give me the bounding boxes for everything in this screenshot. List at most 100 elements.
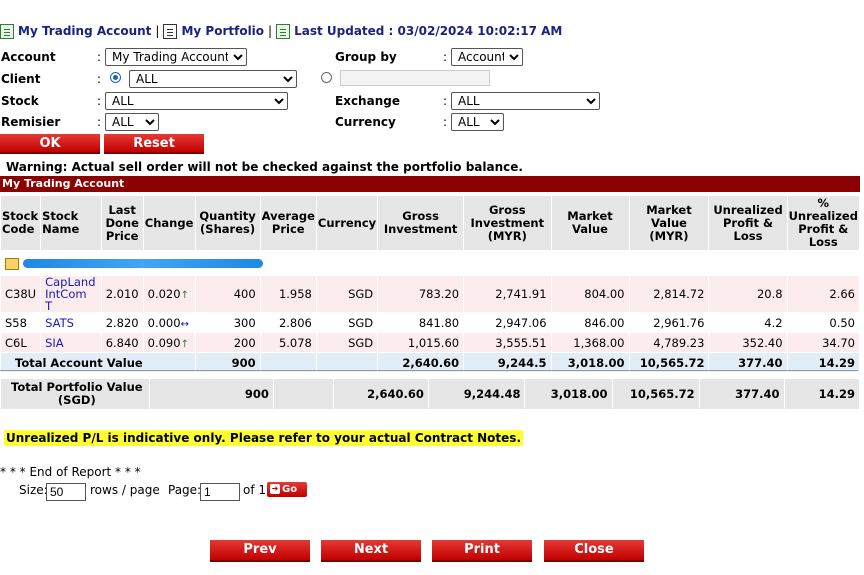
stock-name-link[interactable]: SATS [45, 316, 74, 330]
col-stock-name: Stock Name [40, 195, 102, 251]
portfolio-total-row: Total Portfolio Value (SGD) 900 2,640.60… [0, 378, 861, 410]
reset-button[interactable]: Reset [104, 134, 204, 154]
portfolio-pct-unrealized-pl: 14.29 [783, 378, 861, 410]
quantity: 300 [194, 312, 261, 333]
document-icon [0, 23, 14, 39]
stock-code: C38U [0, 275, 42, 313]
page-count-label: of 1 [243, 483, 267, 497]
nav-my-portfolio[interactable]: My Portfolio [163, 23, 265, 39]
top-nav: My Trading Account | My Portfolio | Last… [0, 22, 562, 40]
account-group-row [0, 250, 860, 276]
change-value: 0.000 [147, 315, 181, 330]
remisier-label: Remisier [1, 115, 61, 129]
close-button[interactable]: Close [544, 540, 644, 562]
stock-name-link[interactable]: CapLand IntCom T [45, 275, 95, 313]
portfolio-gross-investment-myr: 9,244.48 [427, 378, 526, 410]
client-select[interactable]: ALL [129, 70, 297, 88]
stock-name-link[interactable]: SIA [45, 336, 64, 350]
size-input[interactable] [46, 483, 86, 501]
table-header-row: Stock Code Stock Name Last Done Price Ch… [0, 195, 861, 251]
exchange-label: Exchange [335, 94, 400, 108]
print-button[interactable]: Print [432, 540, 532, 562]
currency-label: Currency [335, 115, 396, 129]
group-by-select[interactable]: Account [451, 48, 523, 66]
col-market-value: Market Value [550, 195, 630, 251]
market-value: 1,368.00 [550, 332, 630, 353]
warning-text: Warning: Actual sell order will not be c… [6, 160, 523, 174]
portfolio-total-table: Total Portfolio Value (SGD) 900 2,640.60… [0, 378, 861, 410]
prev-button[interactable]: Prev [210, 540, 310, 562]
portfolio-gross-investment: 2,640.60 [333, 378, 429, 410]
remisier-select[interactable]: ALL [105, 113, 159, 131]
size-label: Size: [19, 483, 48, 497]
unrealized-pl: 20.8 [708, 275, 788, 313]
average-price: 2.806 [259, 312, 317, 333]
up-arrow-icon: ↑ [180, 338, 189, 350]
unrealized-pl: 4.2 [708, 312, 788, 333]
col-gross-investment-myr: Gross Investment (MYR) [463, 195, 552, 251]
market-value-myr: 2,814.72 [628, 275, 710, 313]
col-pct-unrealized-pl: % Unrealized Profit & Loss [786, 195, 861, 251]
average-price: 5.078 [259, 332, 317, 353]
end-of-report: * * * End of Report * * * [0, 465, 141, 479]
pct-unrealized-pl: 0.50 [786, 312, 861, 333]
currency-select[interactable]: ALL [451, 113, 504, 131]
col-unrealized-pl: Unrealized Profit & Loss [708, 195, 788, 251]
portfolio-unrealized-pl: 377.40 [698, 378, 785, 410]
client-label: Client [1, 72, 41, 86]
table-row: C38U CapLand IntCom T 2.010 0.020↑ 400 1… [0, 275, 861, 313]
arrow-right-icon: ➜ [270, 484, 280, 494]
market-value: 846.00 [550, 312, 630, 333]
currency: SGD [315, 275, 379, 313]
unrealized-pl: 352.40 [708, 332, 788, 353]
divider [0, 370, 858, 371]
stock-code: S58 [0, 312, 42, 333]
col-market-value-myr: Market Value (MYR) [628, 195, 710, 251]
go-button-label: Go [282, 484, 298, 495]
next-button[interactable]: Next [321, 540, 421, 562]
portfolio-market-value-myr: 10,565.72 [611, 378, 700, 410]
account-folder-icon [5, 257, 19, 270]
go-button[interactable]: ➜ Go [267, 482, 307, 497]
portfolio-icon [163, 23, 178, 39]
left-right-arrow-icon: ↔ [180, 318, 189, 330]
colon: : [97, 94, 102, 108]
ok-button[interactable]: OK [0, 134, 100, 154]
account-select[interactable]: My Trading Account [105, 48, 247, 66]
client-all-radio[interactable] [110, 72, 121, 83]
colon: : [443, 115, 448, 129]
nav-separator: | [155, 24, 160, 38]
stock-select[interactable]: ALL [105, 92, 288, 110]
average-price: 1.958 [259, 275, 317, 313]
gross-investment-myr: 3,555.51 [463, 332, 552, 353]
up-arrow-icon: ↑ [180, 290, 189, 301]
portfolio-market-value: 3,018.00 [524, 378, 613, 410]
nav-my-trading-account[interactable]: My Trading Account [0, 23, 152, 39]
gross-investment: 783.20 [377, 275, 465, 313]
colon: : [97, 50, 102, 64]
quantity: 400 [194, 275, 261, 313]
client-custom-radio[interactable] [321, 72, 332, 83]
col-quantity: Quantity (Shares) [194, 195, 261, 251]
col-currency: Currency [315, 195, 379, 251]
quantity: 200 [194, 332, 261, 353]
last-done-price: 2.820 [100, 312, 144, 333]
portfolio-empty-cell [272, 378, 335, 410]
stock-code: C6L [0, 332, 42, 353]
last-done-price: 6.840 [100, 332, 144, 353]
client-custom-input[interactable] [340, 70, 490, 86]
market-value-myr: 2,961.76 [628, 312, 710, 333]
col-gross-investment: Gross Investment [377, 195, 465, 251]
market-value: 804.00 [550, 275, 630, 313]
change-value: 0.020 [147, 287, 181, 301]
col-last-done-price: Last Done Price [100, 195, 144, 251]
gross-investment-myr: 2,741.91 [463, 275, 552, 313]
nav-my-trading-account-label: My Trading Account [18, 24, 152, 38]
page-input[interactable] [200, 483, 240, 501]
nav-my-portfolio-label: My Portfolio [181, 24, 265, 38]
last-updated-label: Last Updated : 03/02/2024 10:02:17 AM [294, 24, 563, 38]
currency: SGD [315, 332, 379, 353]
colon: : [443, 94, 448, 108]
gross-investment: 1,015.60 [377, 332, 465, 353]
exchange-select[interactable]: ALL [451, 92, 600, 110]
